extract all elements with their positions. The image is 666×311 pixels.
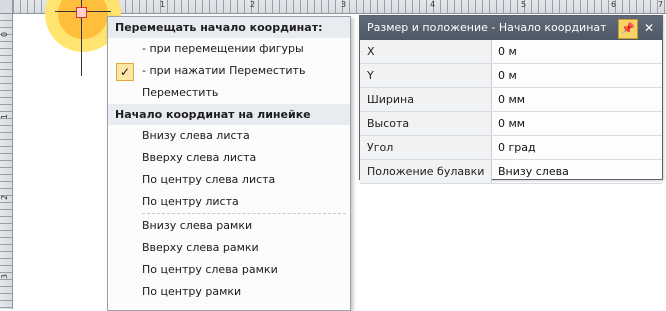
property-value[interactable]: Внизу слева [492, 160, 662, 183]
menu-item-frame-center-left[interactable]: По центру слева рамки [108, 259, 350, 281]
ruler-number: 6 [611, 0, 617, 9]
property-value[interactable]: 0 м [492, 64, 662, 87]
menu-item-sheet-top-left[interactable]: Вверху слева листа [108, 147, 350, 169]
menu-item-frame-top-left[interactable]: Вверху слева рамки [108, 237, 350, 259]
ruler-number: 7 [658, 0, 664, 9]
ruler-number: 1 [0, 113, 10, 120]
close-icon[interactable]: ✕ [641, 19, 657, 37]
ruler-number: 3 [341, 0, 347, 9]
menu-item-sheet-bottom-left[interactable]: Внизу слева листа [108, 125, 350, 147]
property-row-height[interactable]: Высота 0 мм [360, 112, 662, 136]
property-value[interactable]: 0 мм [492, 88, 662, 111]
vertical-ruler[interactable]: 0 1 2 3 [0, 0, 13, 309]
menu-item-label: Переместить [142, 86, 219, 99]
property-row-pin-position[interactable]: Положение булавки Внизу слева [360, 160, 662, 184]
menu-item-frame-center[interactable]: По центру рамки [108, 281, 350, 303]
property-name: Угол [360, 136, 492, 159]
property-name: Высота [360, 112, 492, 135]
menu-item-label: - при нажатии Переместить [142, 64, 306, 77]
ruler-number: 3 [0, 273, 10, 280]
menu-section-move-origin: Перемещать начало координат: [108, 17, 350, 38]
property-row-width[interactable]: Ширина 0 мм [360, 88, 662, 112]
menu-item-frame-bottom-left[interactable]: Внизу слева рамки [108, 215, 350, 237]
menu-section-ruler-origin: Начало координат на линейке [108, 104, 350, 125]
ruler-number: 0 [0, 31, 10, 38]
origin-context-menu: Перемещать начало координат: - при перем… [107, 16, 351, 311]
property-name: Положение булавки [360, 160, 492, 183]
menu-item-label: - при перемещении фигуры [142, 42, 304, 55]
property-name: Y [360, 64, 492, 87]
ruler-number: 1 [160, 0, 166, 9]
property-value[interactable]: 0 м [492, 40, 662, 63]
menu-item-move[interactable]: Переместить [108, 82, 350, 104]
ruler-number: 2 [0, 194, 10, 201]
size-position-window: Размер и положение - Начало координат 📌 … [359, 15, 663, 184]
ruler-corner[interactable] [0, 0, 13, 14]
property-name: X [360, 40, 492, 63]
ruler-number: 2 [250, 0, 256, 9]
menu-item-on-move-click[interactable]: ✓ - при нажатии Переместить [108, 60, 350, 82]
property-name: Ширина [360, 88, 492, 111]
property-row-x[interactable]: X 0 м [360, 40, 662, 64]
menu-item-on-shape-move[interactable]: - при перемещении фигуры [108, 38, 350, 60]
property-row-angle[interactable]: Угол 0 град [360, 136, 662, 160]
property-value[interactable]: 0 мм [492, 112, 662, 135]
menu-item-sheet-center[interactable]: По центру листа [108, 191, 350, 213]
checkmark-icon: ✓ [116, 63, 134, 81]
ruler-number: 4 [430, 0, 436, 9]
property-row-y[interactable]: Y 0 м [360, 64, 662, 88]
property-value[interactable]: 0 град [492, 136, 662, 159]
pin-icon[interactable]: 📌 [618, 19, 638, 39]
window-title: Размер и положение - Начало координат [367, 21, 607, 34]
window-title-bar[interactable]: Размер и положение - Начало координат 📌 … [360, 16, 662, 40]
ruler-number: 5 [521, 0, 527, 9]
menu-item-sheet-center-left[interactable]: По центру слева листа [108, 169, 350, 191]
origin-handle[interactable] [76, 7, 87, 18]
